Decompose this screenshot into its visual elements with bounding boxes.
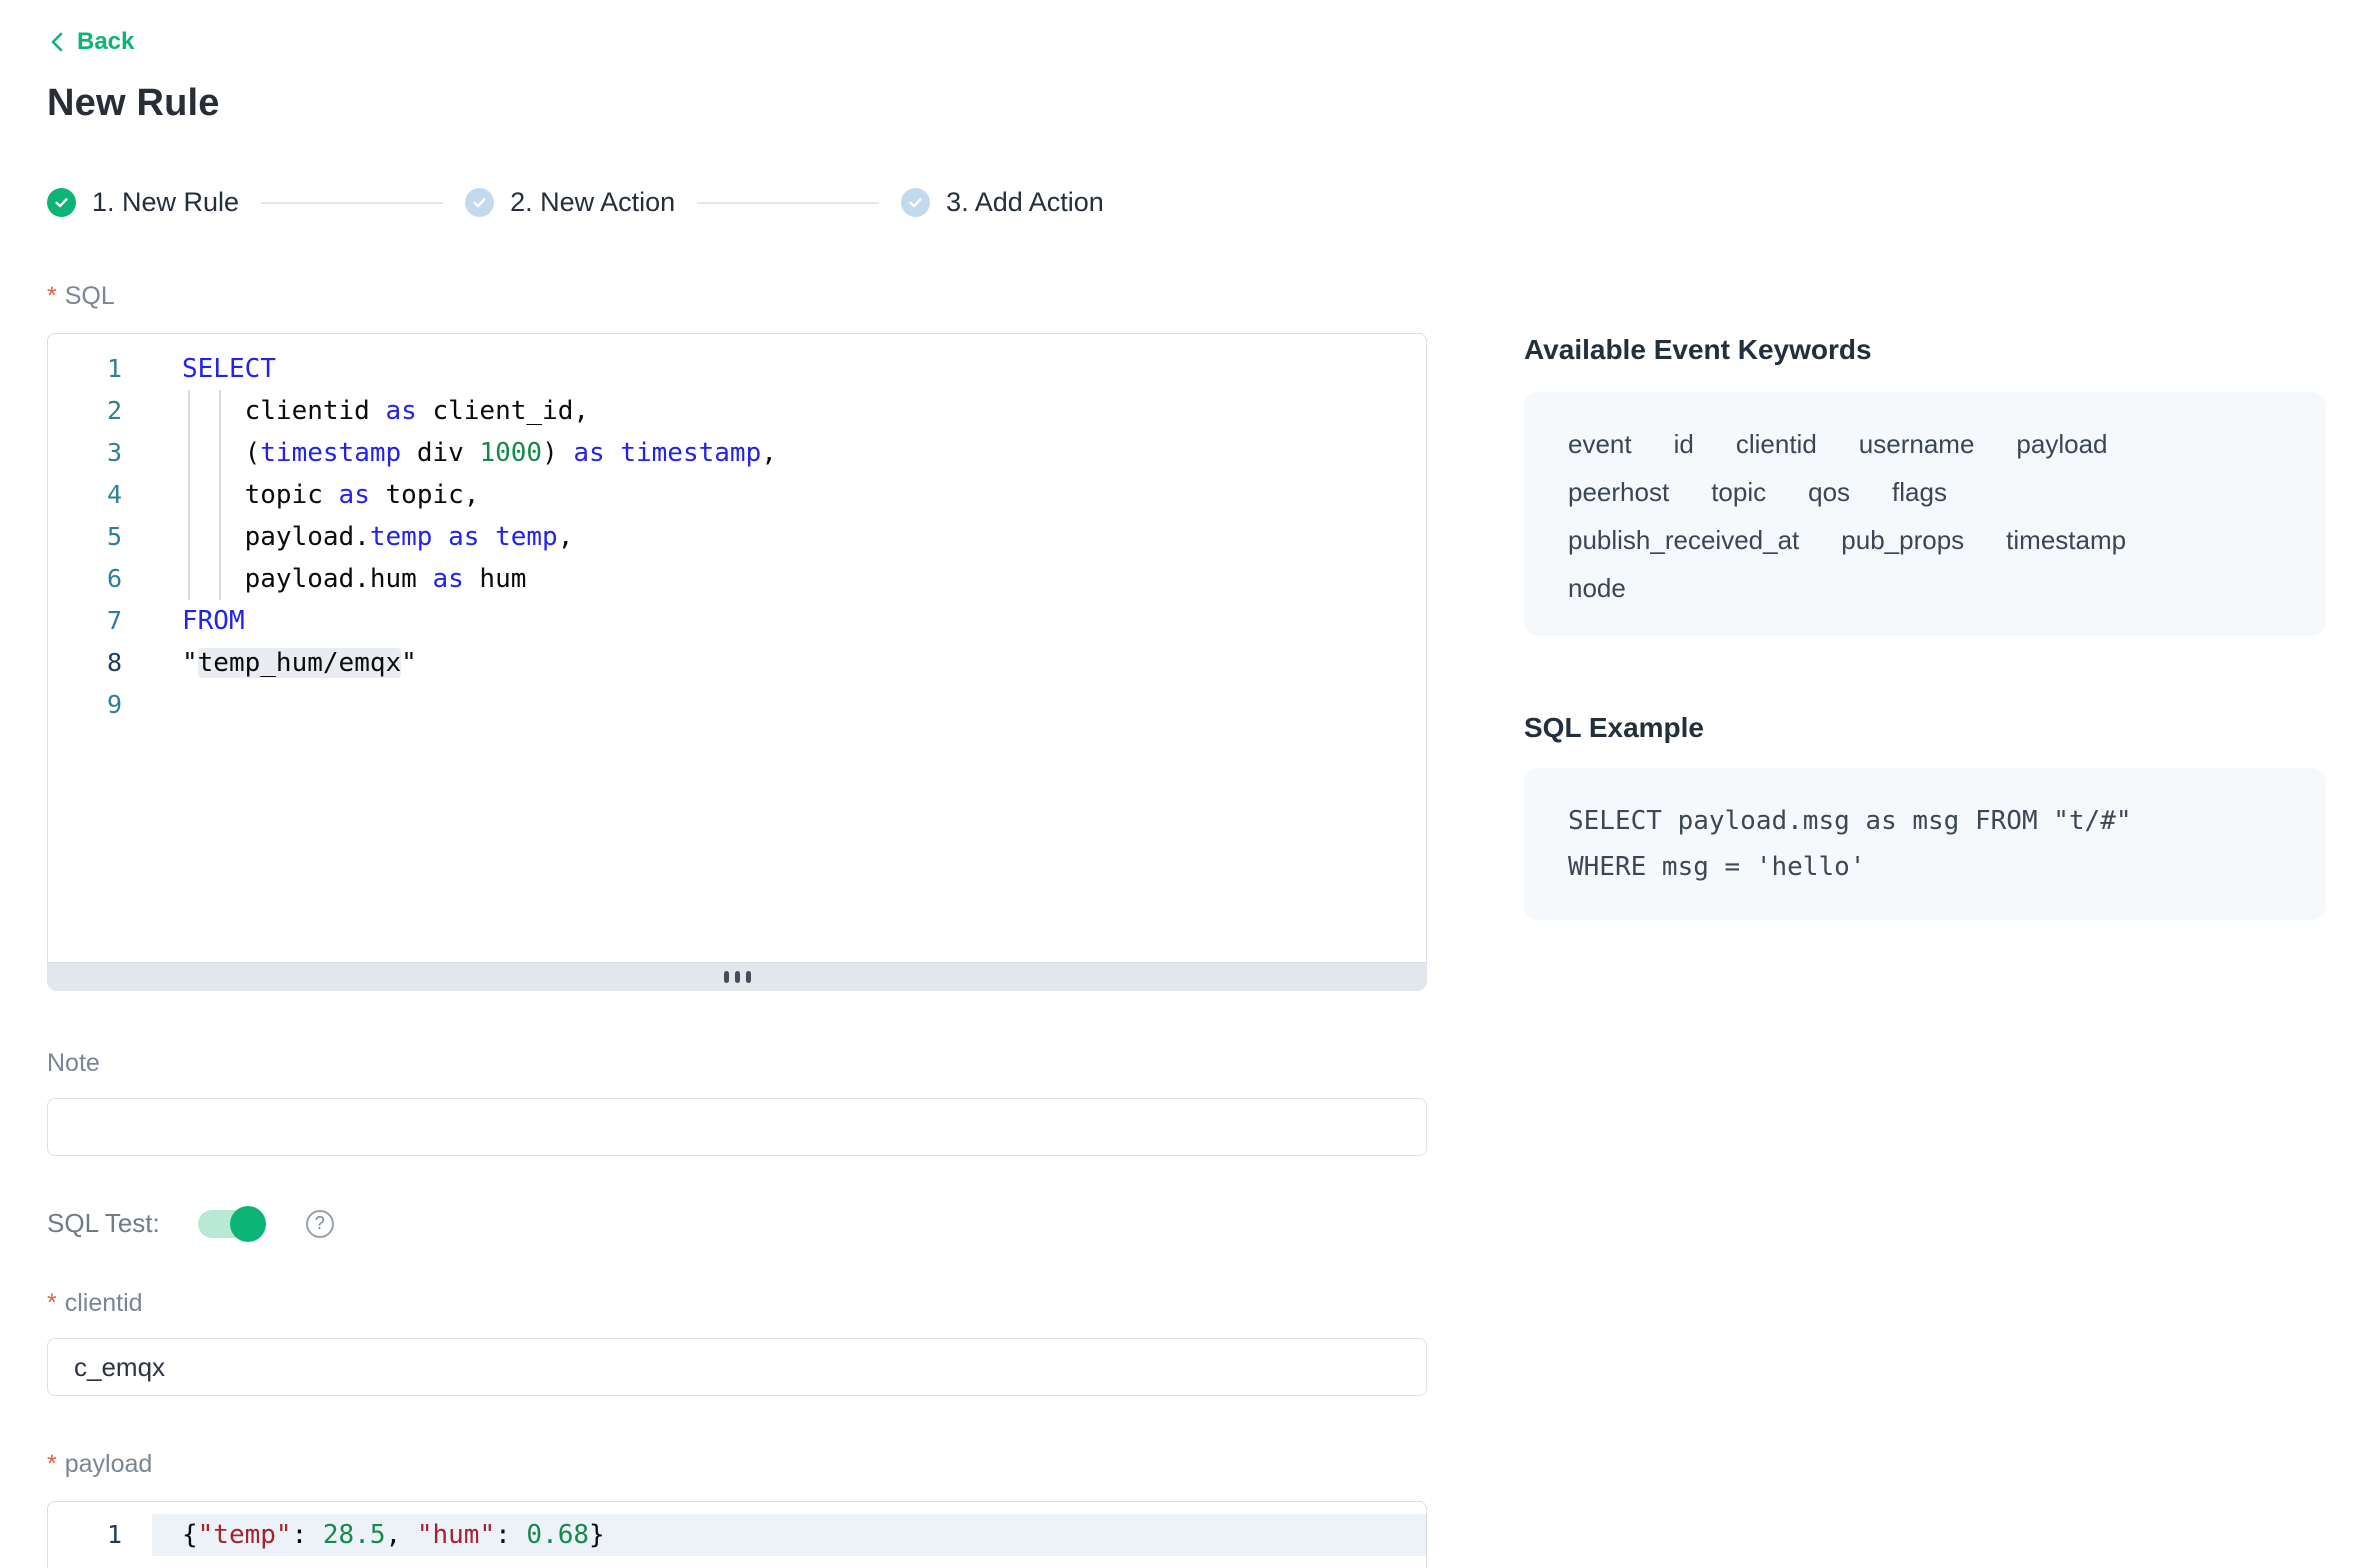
step-label: 1. New Rule bbox=[92, 187, 239, 218]
line-number: 2 bbox=[48, 390, 152, 432]
code-line-content: topic as topic, bbox=[152, 474, 1426, 516]
note-field-label: Note bbox=[47, 1049, 1427, 1078]
back-link[interactable]: Back bbox=[47, 28, 2356, 56]
drag-dot-icon bbox=[724, 971, 729, 983]
toggle-knob bbox=[230, 1206, 266, 1242]
payload-field-label: *payload bbox=[47, 1450, 1427, 1479]
line-number: 3 bbox=[48, 432, 152, 474]
event-keyword: event bbox=[1568, 429, 1632, 460]
event-keyword: username bbox=[1859, 429, 1975, 460]
editor-resize-handle[interactable] bbox=[47, 963, 1427, 991]
line-number: 8 bbox=[48, 642, 152, 684]
event-keyword: timestamp bbox=[2006, 525, 2126, 556]
code-line-content: FROM bbox=[152, 600, 1426, 642]
indent-guide bbox=[219, 390, 221, 600]
sql-test-label: SQL Test: bbox=[47, 1208, 160, 1239]
event-keyword: node bbox=[1568, 573, 1626, 604]
line-number: 6 bbox=[48, 558, 152, 600]
page-title: New Rule bbox=[47, 82, 2356, 125]
event-keyword: publish_received_at bbox=[1568, 525, 1799, 556]
code-line: 3 (timestamp div 1000) as timestamp, bbox=[48, 432, 1426, 474]
line-number: 9 bbox=[48, 684, 152, 726]
step-check-icon bbox=[901, 188, 930, 217]
code-line: 7FROM bbox=[48, 600, 1426, 642]
required-asterisk: * bbox=[47, 282, 57, 310]
event-keyword: topic bbox=[1711, 477, 1766, 508]
code-line: 2 clientid as client_id, bbox=[48, 390, 1426, 432]
line-number: 4 bbox=[48, 474, 152, 516]
step-label: 2. New Action bbox=[510, 187, 675, 218]
back-chevron-icon bbox=[47, 30, 67, 54]
keyword-row: publish_received_at pub_props timestamp bbox=[1568, 516, 2282, 564]
step-check-icon bbox=[465, 188, 494, 217]
code-line: 1{"temp": 28.5, "hum": 0.68} bbox=[48, 1514, 1426, 1556]
step-connector bbox=[261, 202, 443, 204]
code-line: 1SELECT bbox=[48, 348, 1426, 390]
new-rule-page: Back New Rule 1. New Rule 2. New Action … bbox=[0, 0, 2356, 1568]
line-number: 7 bbox=[48, 600, 152, 642]
event-keyword: flags bbox=[1892, 477, 1947, 508]
event-keyword: id bbox=[1674, 429, 1694, 460]
payload-code-editor[interactable]: 1{"temp": 28.5, "hum": 0.68} bbox=[47, 1501, 1427, 1568]
code-line: 9 bbox=[48, 684, 1426, 726]
note-input[interactable] bbox=[47, 1098, 1427, 1156]
event-keyword: peerhost bbox=[1568, 477, 1669, 508]
event-keywords-panel: event id clientid username payload peerhost to… bbox=[1524, 392, 2326, 636]
step-check-icon bbox=[47, 188, 76, 217]
step-new-rule: 1. New Rule bbox=[47, 187, 239, 218]
event-keyword: clientid bbox=[1736, 429, 1817, 460]
step-connector bbox=[697, 202, 879, 204]
code-line-content: "temp_hum/emqx" bbox=[152, 642, 1426, 684]
indent-guide bbox=[188, 390, 190, 600]
event-keyword: qos bbox=[1808, 477, 1850, 508]
sql-code-editor[interactable]: 1SELECT2 clientid as client_id,3 (timest… bbox=[47, 333, 1427, 963]
code-line-content: payload.hum as hum bbox=[152, 558, 1426, 600]
wizard-steps: 1. New Rule 2. New Action 3. Add Action bbox=[47, 187, 2356, 218]
sql-example-line: WHERE msg = 'hello' bbox=[1568, 844, 2282, 890]
code-line-content: clientid as client_id, bbox=[152, 390, 1426, 432]
code-line: 6 payload.hum as hum bbox=[48, 558, 1426, 600]
clientid-input[interactable] bbox=[47, 1338, 1427, 1396]
required-asterisk: * bbox=[47, 1450, 57, 1478]
sql-example-title: SQL Example bbox=[1524, 712, 2326, 744]
line-number: 1 bbox=[48, 348, 152, 390]
help-icon[interactable]: ? bbox=[306, 1210, 334, 1238]
code-line-content: (timestamp div 1000) as timestamp, bbox=[152, 432, 1426, 474]
sql-test-toggle[interactable] bbox=[198, 1210, 264, 1238]
keyword-row: event id clientid username payload bbox=[1568, 420, 2282, 468]
step-label: 3. Add Action bbox=[946, 187, 1104, 218]
sql-example-panel: SELECT payload.msg as msg FROM "t/#"WHER… bbox=[1524, 768, 2326, 920]
code-line: 4 topic as topic, bbox=[48, 474, 1426, 516]
keyword-row: peerhost topic qos flags bbox=[1568, 468, 2282, 516]
sql-field-label: *SQL bbox=[47, 282, 1427, 311]
code-line-content bbox=[152, 684, 1426, 726]
code-line: 5 payload.temp as temp, bbox=[48, 516, 1426, 558]
step-add-action: 3. Add Action bbox=[901, 187, 1104, 218]
sql-example-line: SELECT payload.msg as msg FROM "t/#" bbox=[1568, 798, 2282, 844]
event-keyword: payload bbox=[2016, 429, 2107, 460]
required-asterisk: * bbox=[47, 1289, 57, 1317]
clientid-field-label: *clientid bbox=[47, 1289, 1427, 1318]
code-line-content: payload.temp as temp, bbox=[152, 516, 1426, 558]
line-number: 1 bbox=[48, 1514, 152, 1556]
keyword-row: node bbox=[1568, 564, 2282, 612]
back-label[interactable]: Back bbox=[77, 28, 134, 56]
drag-dot-icon bbox=[735, 971, 740, 983]
code-line-content: {"temp": 28.5, "hum": 0.68} bbox=[152, 1514, 1426, 1556]
event-keyword: pub_props bbox=[1841, 525, 1964, 556]
keywords-panel-title: Available Event Keywords bbox=[1524, 334, 2326, 366]
line-number: 5 bbox=[48, 516, 152, 558]
drag-dot-icon bbox=[746, 971, 751, 983]
code-line: 8"temp_hum/emqx" bbox=[48, 642, 1426, 684]
step-new-action: 2. New Action bbox=[465, 187, 675, 218]
code-line-content: SELECT bbox=[152, 348, 1426, 390]
